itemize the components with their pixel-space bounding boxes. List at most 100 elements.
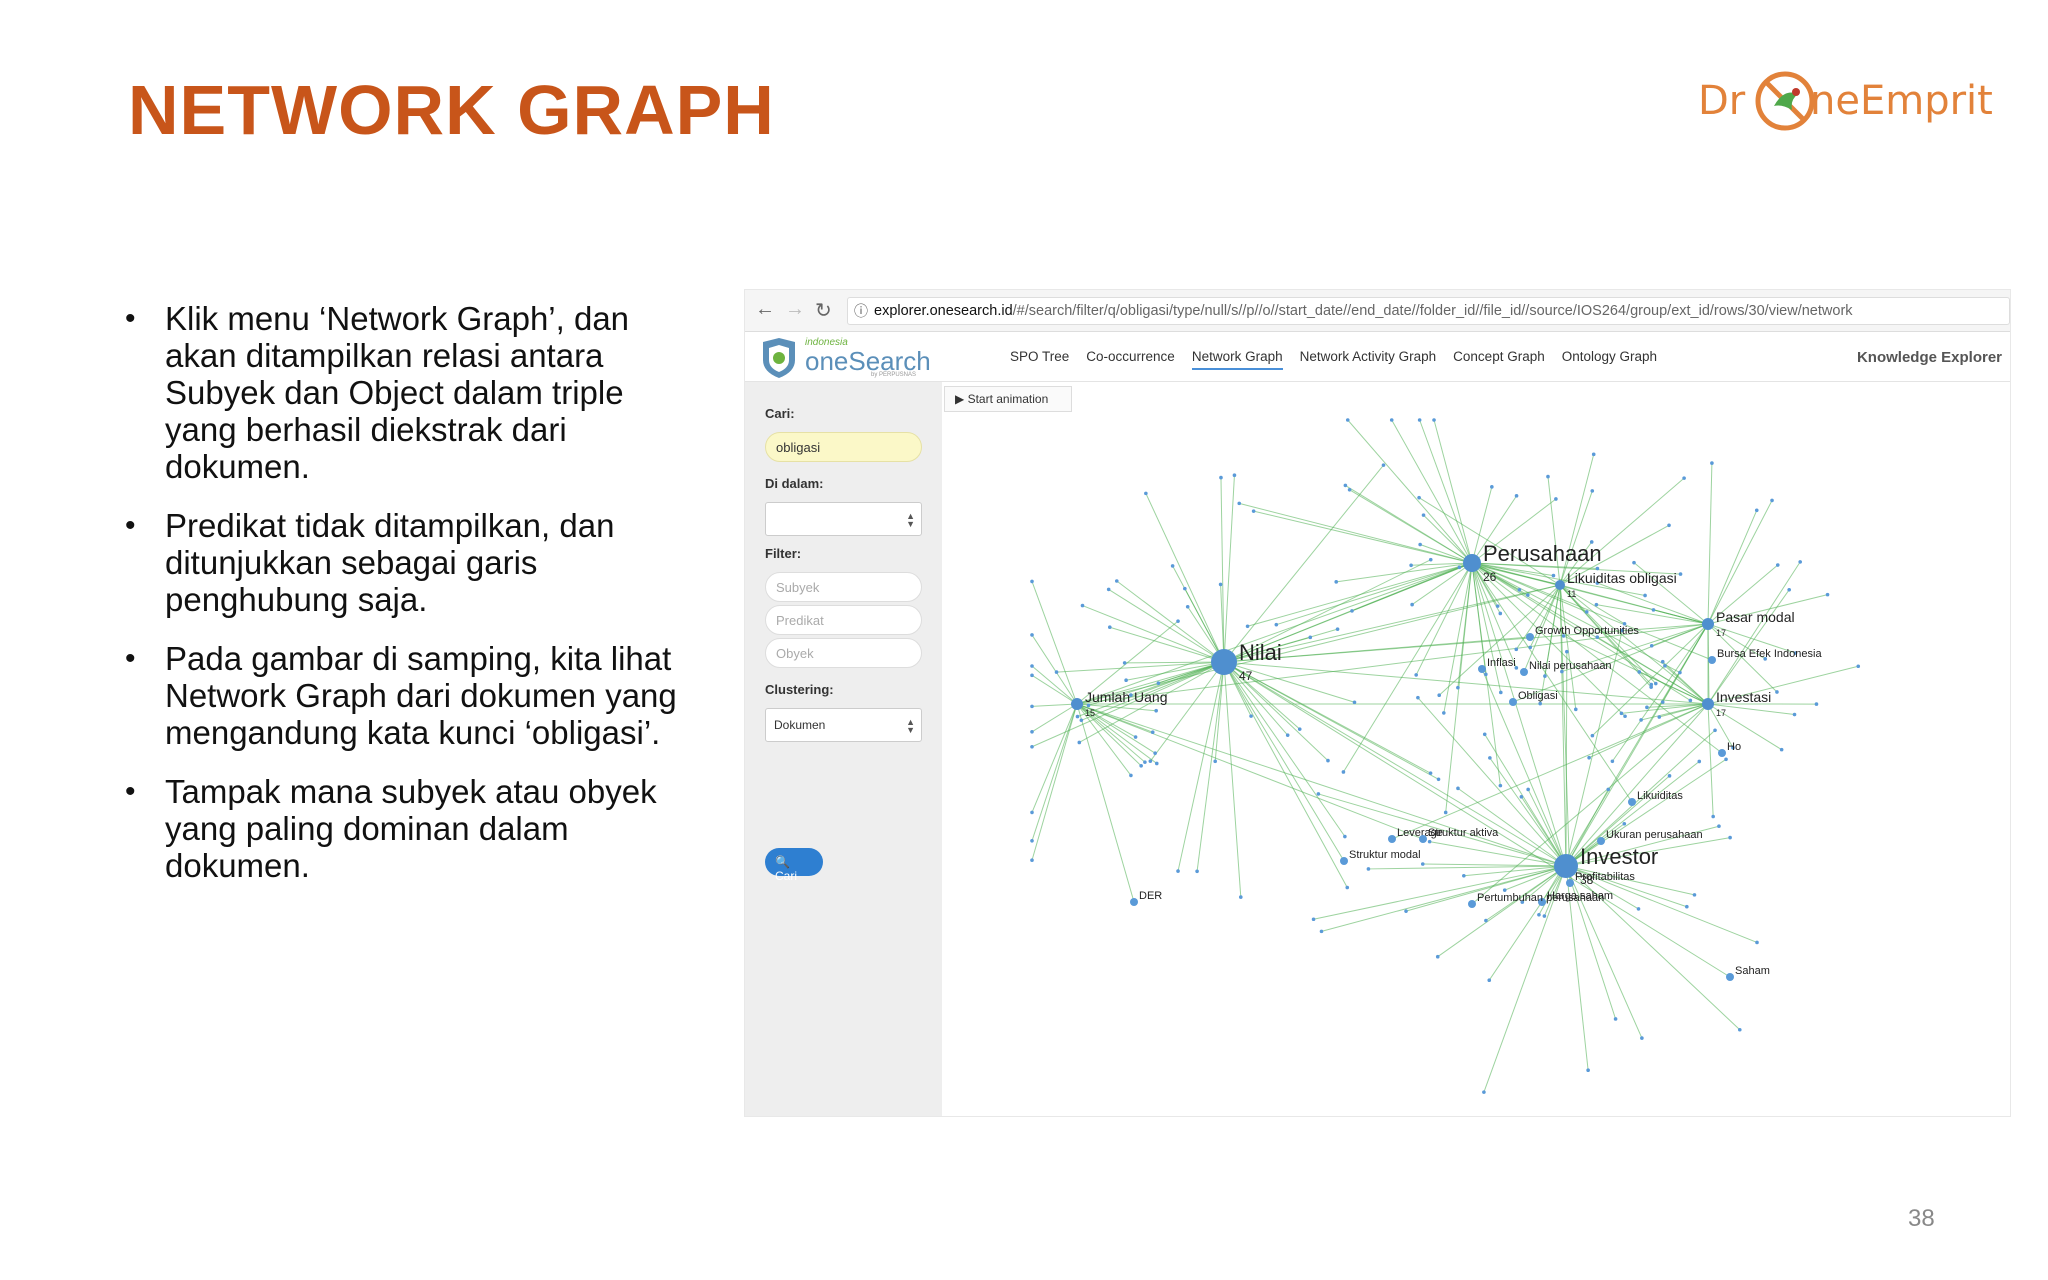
graph-node[interactable]	[1308, 635, 1313, 640]
graph-node[interactable]	[1463, 554, 1481, 572]
graph-node[interactable]	[1754, 508, 1759, 513]
graph-node[interactable]	[1657, 715, 1662, 719]
graph-node[interactable]	[1484, 672, 1488, 677]
graph-node[interactable]	[1482, 1090, 1486, 1094]
graph-node[interactable]	[1542, 914, 1547, 918]
graph-node[interactable]	[1341, 770, 1346, 774]
graph-node[interactable]	[1183, 586, 1187, 591]
graph-node[interactable]	[1107, 625, 1112, 630]
graph-node[interactable]	[1409, 563, 1413, 568]
graph-node[interactable]	[1514, 494, 1519, 498]
graph-node[interactable]	[1667, 523, 1671, 528]
menu-spo-tree[interactable]: SPO Tree	[1010, 349, 1069, 370]
graph-node[interactable]	[1814, 702, 1819, 706]
graph-node[interactable]	[1421, 513, 1426, 517]
graph-node[interactable]	[1708, 656, 1716, 664]
graph-node[interactable]	[1637, 670, 1642, 674]
graph-node[interactable]	[1428, 557, 1433, 562]
search-input[interactable]: obligasi	[765, 432, 922, 462]
graph-node[interactable]	[1622, 821, 1627, 826]
graph-node[interactable]	[1737, 1027, 1742, 1032]
graph-node[interactable]	[1587, 755, 1591, 760]
graph-node[interactable]	[1606, 787, 1611, 792]
graph-node[interactable]	[1435, 954, 1440, 959]
graph-node[interactable]	[1798, 560, 1802, 564]
brand-knowledge-explorer[interactable]: Knowledge Explorer	[1857, 349, 2002, 366]
graph-node[interactable]	[1651, 608, 1656, 612]
graph-node[interactable]	[1462, 873, 1466, 878]
obyek-input[interactable]: Obyek	[765, 638, 922, 668]
graph-node[interactable]	[1488, 756, 1492, 760]
graph-node[interactable]	[1285, 733, 1290, 737]
graph-node[interactable]	[1755, 940, 1759, 945]
graph-node[interactable]	[1456, 786, 1460, 791]
graph-node[interactable]	[1075, 714, 1080, 719]
graph-node[interactable]	[1130, 898, 1138, 906]
graph-node[interactable]	[1350, 609, 1354, 613]
graph-node[interactable]	[1030, 858, 1034, 863]
graph-node[interactable]	[1456, 685, 1460, 690]
graph-node[interactable]	[1176, 619, 1180, 623]
graph-node[interactable]	[1495, 604, 1500, 608]
subyek-input[interactable]: Subyek	[765, 572, 922, 602]
graph-node[interactable]	[1775, 563, 1780, 567]
graph-node[interactable]	[1610, 759, 1615, 764]
graph-node[interactable]	[1129, 773, 1133, 778]
graph-node[interactable]	[1566, 879, 1574, 887]
graph-node[interactable]	[1319, 929, 1324, 934]
graph-node[interactable]	[1218, 582, 1223, 587]
graph-node[interactable]	[1404, 909, 1408, 913]
graph-node[interactable]	[1663, 664, 1667, 668]
graph-node[interactable]	[1251, 509, 1256, 513]
graph-node[interactable]	[1514, 647, 1519, 652]
graph-node[interactable]	[1775, 690, 1779, 694]
graph-node[interactable]	[1649, 643, 1654, 648]
graph-node[interactable]	[1106, 587, 1111, 592]
graph-node[interactable]	[1410, 602, 1414, 607]
graph-node[interactable]	[1419, 835, 1427, 843]
graph-node[interactable]	[1245, 624, 1250, 629]
back-icon[interactable]: ←	[755, 298, 775, 321]
graph-node[interactable]	[1213, 759, 1218, 764]
graph-node[interactable]	[1573, 707, 1578, 712]
graph-node[interactable]	[1238, 895, 1243, 899]
graph-node[interactable]	[1770, 498, 1774, 503]
graph-node[interactable]	[1591, 452, 1596, 457]
clustering-select[interactable]: Dokumen ▲ ▼	[765, 708, 922, 742]
graph-node[interactable]	[1678, 670, 1682, 675]
graph-node[interactable]	[1153, 751, 1157, 755]
graph-node[interactable]	[1584, 610, 1589, 614]
graph-node[interactable]	[1484, 918, 1488, 923]
graph-node[interactable]	[1685, 904, 1689, 909]
graph-node[interactable]	[1334, 580, 1339, 584]
graph-node[interactable]	[1660, 659, 1665, 664]
graph-node[interactable]	[1628, 798, 1636, 806]
graph-node[interactable]	[1418, 542, 1422, 547]
graph-node[interactable]	[1054, 670, 1059, 674]
graph-node[interactable]	[1124, 678, 1128, 683]
forward-icon[interactable]: →	[785, 298, 805, 321]
graph-node[interactable]	[1718, 749, 1726, 757]
graph-node[interactable]	[1667, 774, 1672, 778]
graph-node[interactable]	[1420, 862, 1425, 866]
graph-node[interactable]	[1154, 761, 1159, 766]
graph-node[interactable]	[1710, 461, 1714, 465]
graph-node[interactable]	[1856, 664, 1861, 669]
reload-icon[interactable]: ↻	[815, 298, 832, 323]
graph-node[interactable]	[1546, 474, 1550, 479]
cari-button[interactable]: 🔍 Cari	[765, 848, 823, 883]
graph-node[interactable]	[1366, 867, 1371, 871]
graph-node[interactable]	[1114, 579, 1119, 583]
graph-node[interactable]	[1143, 760, 1147, 764]
menu-ontology-graph[interactable]: Ontology Graph	[1562, 349, 1657, 370]
menu-network-graph[interactable]: Network Graph	[1191, 349, 1283, 370]
menu-co-occurrence[interactable]: Co-occurrence	[1086, 349, 1175, 370]
graph-node[interactable]	[1478, 665, 1486, 673]
graph-node[interactable]	[1636, 907, 1641, 911]
graph-node[interactable]	[1311, 917, 1316, 922]
graph-node[interactable]	[1653, 681, 1658, 686]
graph-node[interactable]	[1717, 824, 1721, 829]
graph-node[interactable]	[1030, 704, 1034, 709]
graph-node[interactable]	[1688, 698, 1693, 703]
graph-node[interactable]	[1274, 622, 1279, 627]
